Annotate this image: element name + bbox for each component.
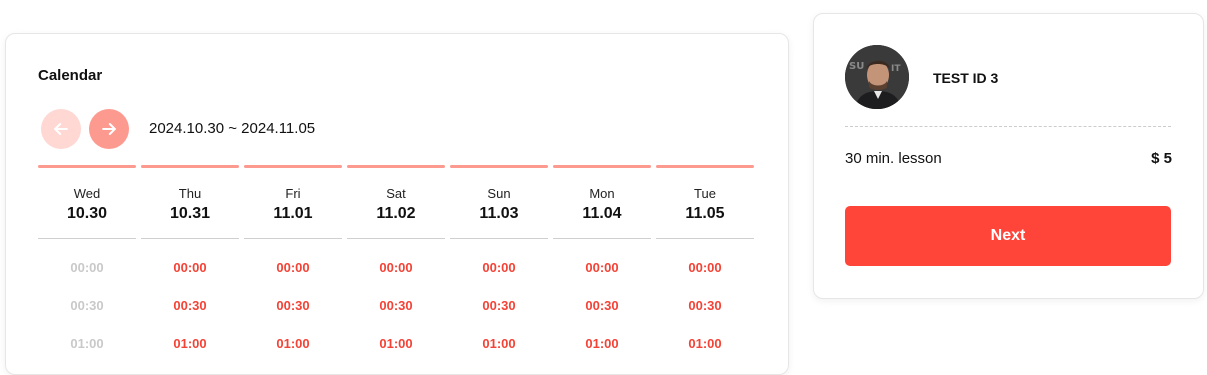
time-slot-list: 00:00 00:30 01:00 — [656, 239, 754, 363]
time-slot-available[interactable]: 00:00 — [450, 249, 548, 287]
time-slot-available[interactable]: 01:00 — [347, 325, 445, 363]
day-date: 10.31 — [169, 205, 211, 222]
calendar-title: Calendar — [38, 67, 103, 84]
day-name: Thu — [178, 186, 202, 201]
time-slot-available[interactable]: 00:30 — [347, 287, 445, 325]
day-columns: Wed 10.30 00:00 00:30 01:00 Thu 10.31 00:00 00:3… — [38, 165, 756, 363]
booking-summary-card: SU IT TEST ID 3 30 min. lesson $ 5 Next — [813, 13, 1204, 299]
day-header: Fri 11.01 — [244, 168, 342, 239]
time-slot-available[interactable]: 00:00 — [347, 249, 445, 287]
arrow-right-icon — [102, 123, 116, 135]
time-slot-available[interactable]: 01:00 — [450, 325, 548, 363]
day-column: Thu 10.31 00:00 00:30 01:00 — [141, 165, 239, 363]
day-column: Tue 11.05 00:00 00:30 01:00 — [656, 165, 754, 363]
day-name: Mon — [589, 186, 615, 201]
time-slot-available[interactable]: 00:00 — [553, 249, 651, 287]
day-header: Wed 10.30 — [38, 168, 136, 239]
time-slot-list: 00:00 00:30 01:00 — [347, 239, 445, 363]
time-slot-available[interactable]: 01:00 — [244, 325, 342, 363]
day-header: Sun 11.03 — [450, 168, 548, 239]
day-header: Mon 11.04 — [553, 168, 651, 239]
arrow-left-icon — [54, 123, 68, 135]
time-slot-available[interactable]: 00:30 — [450, 287, 548, 325]
calendar-card: Calendar 2024.10.30 ~ 2024.11.05 Wed 10.3… — [5, 33, 789, 375]
lesson-type: 30 min. lesson — [845, 150, 942, 167]
svg-text:IT: IT — [891, 64, 901, 74]
time-slot-list: 00:00 00:30 01:00 — [450, 239, 548, 363]
day-column: Wed 10.30 00:00 00:30 01:00 — [38, 165, 136, 363]
day-name: Sun — [487, 186, 511, 201]
day-name: Wed — [73, 186, 101, 201]
next-week-button[interactable] — [89, 109, 129, 149]
day-date: 11.01 — [273, 205, 313, 222]
lesson-price: $ 5 — [1151, 150, 1172, 167]
day-date: 10.30 — [66, 205, 108, 222]
time-slot-available[interactable]: 00:30 — [553, 287, 651, 325]
date-range: 2024.10.30 ~ 2024.11.05 — [149, 120, 316, 137]
previous-week-button[interactable] — [41, 109, 81, 149]
day-column: Sun 11.03 00:00 00:30 01:00 — [450, 165, 548, 363]
tutor-photo: SU IT — [845, 45, 909, 109]
time-slot-available[interactable]: 00:00 — [656, 249, 754, 287]
time-slot-available[interactable]: 00:30 — [141, 287, 239, 325]
day-header: Tue 11.05 — [656, 168, 754, 239]
time-slot-available[interactable]: 01:00 — [141, 325, 239, 363]
day-name: Fri — [285, 186, 301, 201]
time-slot-list: 00:00 00:30 01:00 — [553, 239, 651, 363]
time-slot-available[interactable]: 01:00 — [553, 325, 651, 363]
time-slot-list: 00:00 00:30 01:00 — [141, 239, 239, 363]
time-slot-unavailable: 00:30 — [70, 298, 104, 313]
time-slot-list: 00:00 00:30 01:00 — [244, 239, 342, 363]
next-button[interactable]: Next — [845, 206, 1171, 266]
day-date: 11.03 — [479, 205, 519, 222]
avatar: SU IT — [845, 45, 909, 109]
day-name: Sat — [386, 186, 406, 201]
time-slot-list: 00:00 00:30 01:00 — [38, 239, 136, 363]
day-header: Thu 10.31 — [141, 168, 239, 239]
divider — [845, 126, 1171, 127]
day-date: 11.05 — [685, 205, 725, 222]
time-slot-available[interactable]: 00:00 — [141, 249, 239, 287]
time-slot-available[interactable]: 00:30 — [244, 287, 342, 325]
time-slot-available[interactable]: 00:30 — [656, 287, 754, 325]
day-name: Tue — [694, 186, 716, 201]
day-column: Fri 11.01 00:00 00:30 01:00 — [244, 165, 342, 363]
tutor-name: TEST ID 3 — [933, 70, 999, 86]
time-slot-available[interactable]: 01:00 — [656, 325, 754, 363]
time-slot-unavailable: 01:00 — [70, 336, 104, 351]
svg-text:SU: SU — [849, 61, 864, 72]
day-header: Sat 11.02 — [347, 168, 445, 239]
time-slot-available[interactable]: 00:00 — [244, 249, 342, 287]
day-date: 11.02 — [376, 205, 416, 222]
time-slot-unavailable: 00:00 — [70, 260, 104, 275]
day-date: 11.04 — [582, 205, 622, 222]
day-column: Sat 11.02 00:00 00:30 01:00 — [347, 165, 445, 363]
day-column: Mon 11.04 00:00 00:30 01:00 — [553, 165, 651, 363]
